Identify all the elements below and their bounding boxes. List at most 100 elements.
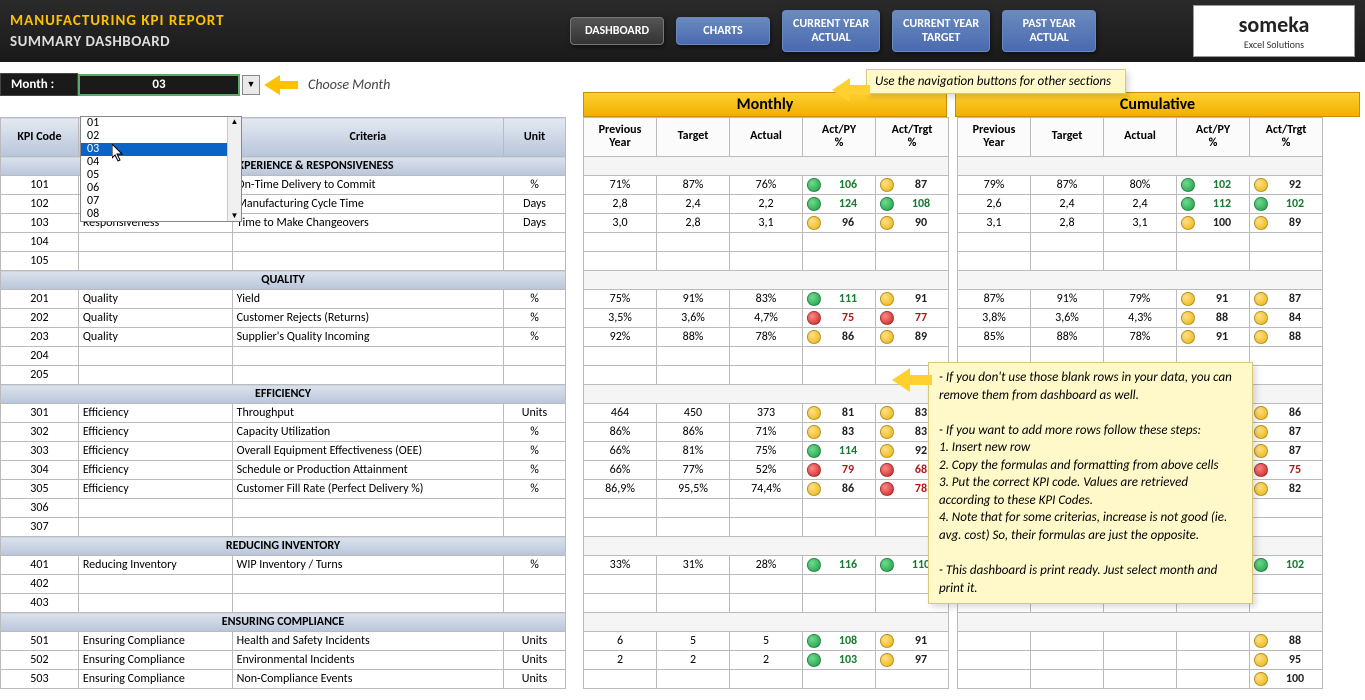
table-row: 22210397 (584, 651, 949, 670)
table-row: 305EfficiencyCustomer Fill Rate (Perfect… (1, 480, 566, 499)
col-header: PreviousYear (584, 118, 657, 157)
table-row: 303EfficiencyOverall Equipment Effective… (1, 442, 566, 461)
nav-current-year-target[interactable]: CURRENT YEARTARGET (892, 10, 990, 53)
table-row: 75%91%83%11191 (584, 290, 949, 309)
indicator-icon (880, 330, 894, 344)
section-header: ENSURING COMPLIANCE (1, 613, 566, 632)
section-header (958, 157, 1323, 176)
dropdown-option[interactable]: 08 (81, 208, 241, 221)
indicator-icon (880, 292, 894, 306)
col-header: PreviousYear (958, 118, 1031, 157)
section-header (584, 157, 949, 176)
callout-arrow-icon (832, 78, 850, 102)
dropdown-option[interactable]: 05 (81, 169, 241, 182)
table-row: 503Ensuring ComplianceNon-Compliance Eve… (1, 670, 566, 689)
tab-monthly: Monthly (583, 92, 947, 117)
nav-dashboard[interactable]: DASHBOARD (570, 17, 664, 45)
indicator-icon (880, 406, 894, 420)
indicator-icon (880, 178, 894, 192)
logo: someka Excel Solutions (1193, 5, 1355, 57)
table-row (584, 518, 949, 537)
callout-tips: - If you don't use those blank rows in y… (928, 362, 1253, 604)
indicator-icon (880, 425, 894, 439)
table-row: 2,82,42,2124108 (584, 195, 949, 214)
indicator-icon (1181, 330, 1195, 344)
month-value[interactable]: 03 (78, 74, 240, 96)
col-header: Actual (1104, 118, 1177, 157)
indicator-icon (1254, 672, 1268, 686)
dropdown-button[interactable]: ▼ (242, 75, 260, 95)
table-row: 4644503738183 (584, 404, 949, 423)
table-row: 502Ensuring ComplianceEnvironmental Inci… (1, 651, 566, 670)
table-row (584, 499, 949, 518)
section-header: REDUCING INVENTORY (1, 537, 566, 556)
indicator-icon (1254, 178, 1268, 192)
month-selector[interactable]: 03 ▼ (78, 74, 240, 96)
table-row: 204 (1, 347, 566, 366)
table-row: 66%77%52%7968 (584, 461, 949, 480)
month-dropdown[interactable]: 0102030405060708 (80, 116, 242, 222)
section-header (584, 613, 949, 632)
scrollbar[interactable] (227, 117, 241, 221)
table-row: 88 (958, 632, 1323, 651)
table-row: 202QualityCustomer Rejects (Returns)% (1, 309, 566, 328)
indicator-icon (807, 634, 821, 648)
dropdown-option[interactable]: 04 (81, 156, 241, 169)
arrow-left-icon (264, 75, 298, 95)
col-header: Unit (504, 118, 566, 157)
section-header: EFFICIENCY (1, 385, 566, 404)
indicator-icon (880, 482, 894, 496)
table-row: 301EfficiencyThroughputUnits (1, 404, 566, 423)
dropdown-option[interactable]: 03 (81, 143, 241, 156)
nav-current-year-actual[interactable]: CURRENT YEARACTUAL (782, 10, 880, 53)
table-row: 66%81%75%11492 (584, 442, 949, 461)
table-row: 304EfficiencySchedule or Production Atta… (1, 461, 566, 480)
indicator-icon (807, 463, 821, 477)
table-row: 306 (1, 499, 566, 518)
indicator-icon (1181, 216, 1195, 230)
indicator-icon (1181, 178, 1195, 192)
table-row: 3,02,83,19690 (584, 214, 949, 233)
col-header: Target (657, 118, 730, 157)
indicator-icon (807, 406, 821, 420)
table-row (584, 233, 949, 252)
nav-past-year-actual[interactable]: PAST YEARACTUAL (1002, 10, 1096, 53)
indicator-icon (1254, 406, 1268, 420)
dropdown-option[interactable]: 02 (81, 130, 241, 143)
indicator-icon (1254, 197, 1268, 211)
table-row: 307 (1, 518, 566, 537)
indicator-icon (880, 558, 894, 572)
indicator-icon (807, 311, 821, 325)
table-row (584, 670, 949, 689)
col-header: Actual (730, 118, 803, 157)
col-header: Act/Trgt% (876, 118, 949, 157)
monthly-table: PreviousYearTargetActualAct/PY%Act/Trgt%… (583, 117, 949, 689)
table-row: 86,9%95,5%74,4%8678 (584, 480, 949, 499)
logo-sub: Excel Solutions (1244, 38, 1304, 51)
indicator-icon (807, 197, 821, 211)
table-row: 71%87%76%10687 (584, 176, 949, 195)
indicator-icon (880, 311, 894, 325)
month-label: Month : (0, 73, 78, 96)
indicator-icon (807, 653, 821, 667)
table-row (958, 233, 1323, 252)
table-row: 205 (1, 366, 566, 385)
col-header: Act/PY% (1177, 118, 1250, 157)
indicator-icon (880, 463, 894, 477)
table-row: 302EfficiencyCapacity Utilization% (1, 423, 566, 442)
indicator-icon (1181, 197, 1195, 211)
indicator-icon (1254, 482, 1268, 496)
table-row (958, 252, 1323, 271)
indicator-icon (1254, 558, 1268, 572)
table-row: 87%91%79%9187 (958, 290, 1323, 309)
dropdown-option[interactable]: 01 (81, 117, 241, 130)
dropdown-option[interactable]: 06 (81, 182, 241, 195)
col-header: KPI Code (1, 118, 79, 157)
table-row: 3,8%3,6%4,3%8884 (958, 309, 1323, 328)
month-hint: Choose Month (308, 76, 390, 93)
table-row (584, 347, 949, 366)
nav-charts[interactable]: CHARTS (676, 17, 770, 45)
dropdown-option[interactable]: 07 (81, 195, 241, 208)
indicator-icon (807, 216, 821, 230)
indicator-icon (807, 178, 821, 192)
